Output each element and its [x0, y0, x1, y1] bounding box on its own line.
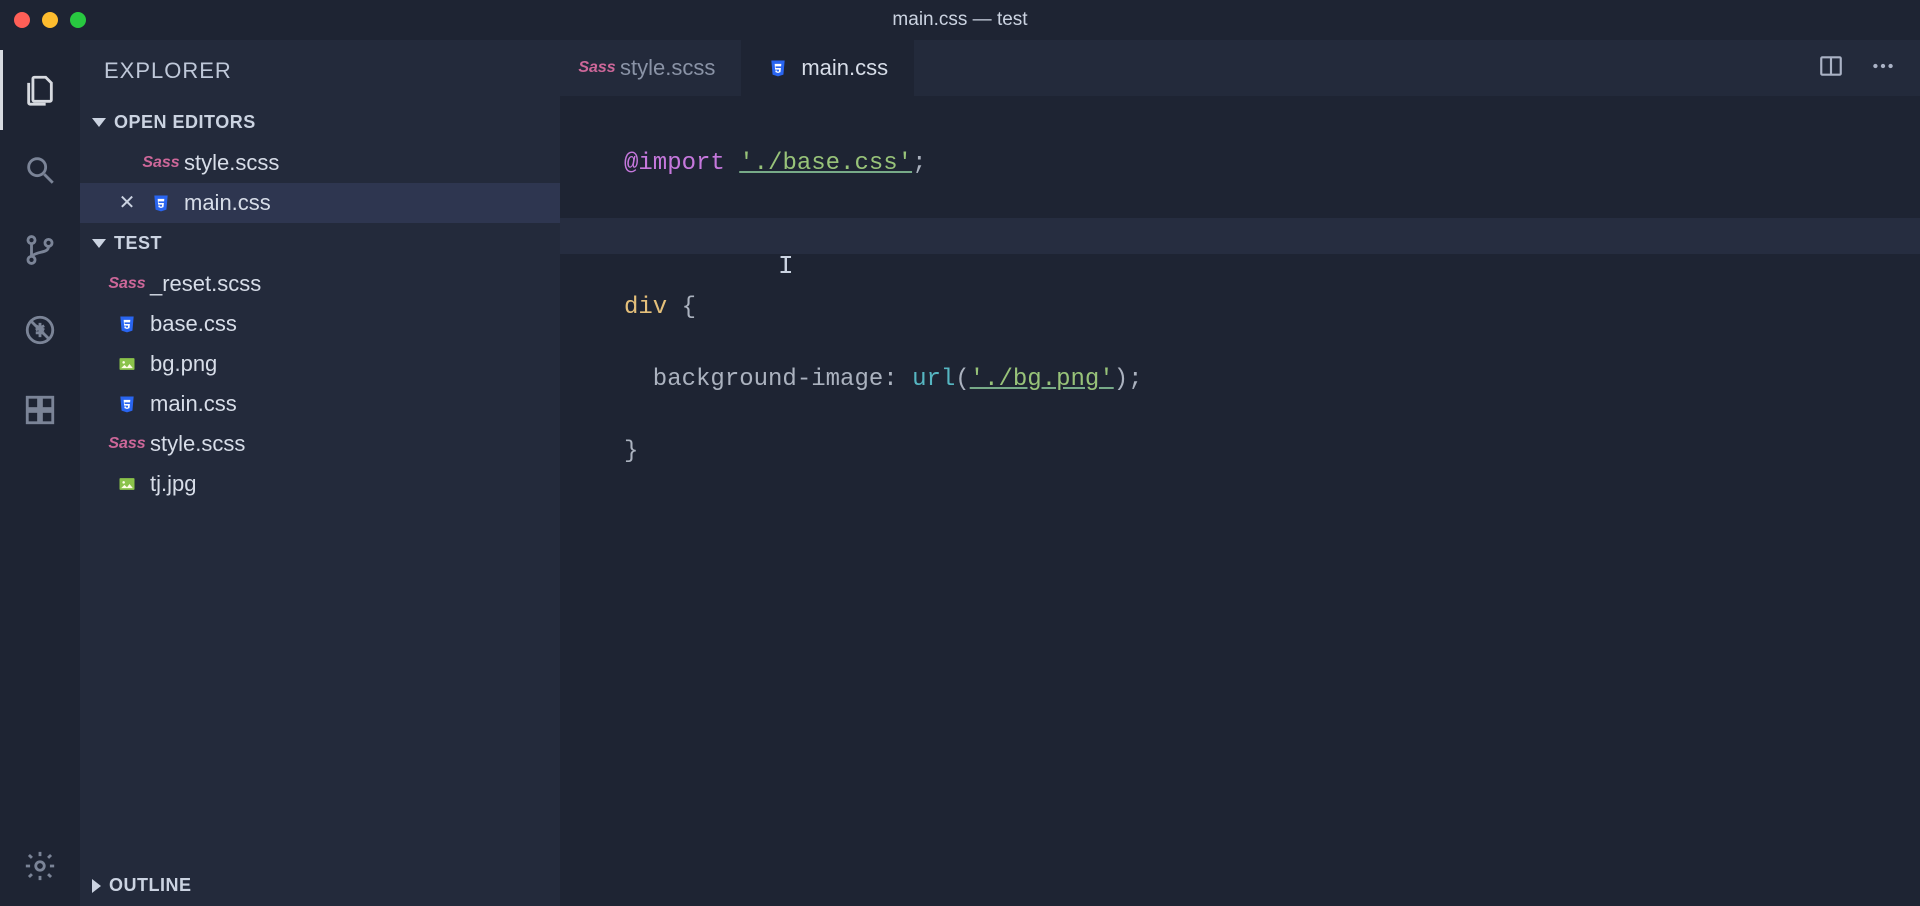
activity-source-control[interactable] [0, 210, 80, 290]
tab-main-css[interactable]: main.css [741, 40, 914, 96]
open-editors-header[interactable]: OPEN EDITORS [80, 102, 560, 143]
file-name: bg.png [150, 351, 217, 377]
editor-area: Sass style.scss main.css @import './base… [560, 40, 1920, 906]
split-editor-button[interactable] [1818, 53, 1844, 84]
search-icon [23, 153, 57, 187]
image-file-icon [116, 353, 138, 375]
window-close-button[interactable] [14, 12, 30, 28]
scss-file-icon: Sass [116, 273, 138, 295]
tab-bar: Sass style.scss main.css [560, 40, 1920, 96]
file-item[interactable]: main.css [80, 384, 560, 424]
css-file-icon [116, 393, 138, 415]
folder-header[interactable]: TEST [80, 223, 560, 264]
window-minimize-button[interactable] [42, 12, 58, 28]
file-name: base.css [150, 311, 237, 337]
activity-extensions[interactable] [0, 370, 80, 450]
gear-icon [23, 849, 57, 883]
chevron-down-icon [92, 118, 106, 127]
more-actions-button[interactable] [1870, 53, 1896, 84]
activity-settings[interactable] [0, 826, 80, 906]
file-item[interactable]: bg.png [80, 344, 560, 384]
open-editor-item-active[interactable]: ✕ main.css [80, 183, 560, 223]
activity-explorer[interactable] [0, 50, 80, 130]
editor-actions [1818, 40, 1920, 96]
file-name: main.css [150, 391, 237, 417]
activity-debug[interactable] [0, 290, 80, 370]
chevron-right-icon [92, 879, 101, 893]
outline-label: OUTLINE [109, 875, 192, 896]
file-item[interactable]: tj.jpg [80, 464, 560, 504]
file-item[interactable]: Sass style.scss [80, 424, 560, 464]
explorer-title: EXPLORER [80, 40, 560, 102]
files-icon [23, 73, 57, 107]
file-name: _reset.scss [150, 271, 261, 297]
window-title: main.css — test [892, 9, 1027, 31]
tab-style-scss[interactable]: Sass style.scss [560, 40, 741, 96]
code-line [624, 218, 1920, 254]
code-line: div { [624, 290, 1920, 326]
outline-header[interactable]: OUTLINE [80, 865, 560, 906]
file-item[interactable]: base.css [80, 304, 560, 344]
css-file-icon [767, 57, 789, 79]
file-item[interactable]: Sass _reset.scss [80, 264, 560, 304]
file-name: style.scss [184, 150, 279, 176]
folder-label: TEST [114, 233, 162, 254]
css-file-icon [150, 192, 172, 214]
tab-label: style.scss [620, 55, 715, 81]
window-zoom-button[interactable] [70, 12, 86, 28]
open-editor-item[interactable]: Sass style.scss [80, 143, 560, 183]
code-editor[interactable]: @import './base.css'; div { background-i… [560, 96, 1920, 906]
text-cursor-icon: I [778, 248, 780, 276]
tab-label: main.css [801, 55, 888, 81]
scss-file-icon: Sass [150, 152, 172, 174]
titlebar: main.css — test [0, 0, 1920, 40]
file-name: style.scss [150, 431, 245, 457]
workbench: EXPLORER OPEN EDITORS Sass style.scss ✕ … [0, 40, 1920, 906]
activity-search[interactable] [0, 130, 80, 210]
extensions-icon [23, 393, 57, 427]
code-line: } [624, 434, 1920, 470]
file-name: main.css [184, 190, 271, 216]
scss-file-icon: Sass [586, 57, 608, 79]
css-file-icon [116, 313, 138, 335]
scss-file-icon: Sass [116, 433, 138, 455]
image-file-icon [116, 473, 138, 495]
code-line: @import './base.css'; [624, 146, 1920, 182]
window-controls [14, 12, 86, 28]
chevron-down-icon [92, 239, 106, 248]
explorer-sidebar: EXPLORER OPEN EDITORS Sass style.scss ✕ … [80, 40, 560, 906]
open-editors-label: OPEN EDITORS [114, 112, 256, 133]
code-line: background-image: url('./bg.png'); [624, 362, 1920, 398]
file-name: tj.jpg [150, 471, 196, 497]
debug-disabled-icon [23, 313, 57, 347]
activity-bar [0, 40, 80, 906]
close-icon[interactable]: ✕ [119, 193, 136, 213]
branch-icon [23, 233, 57, 267]
